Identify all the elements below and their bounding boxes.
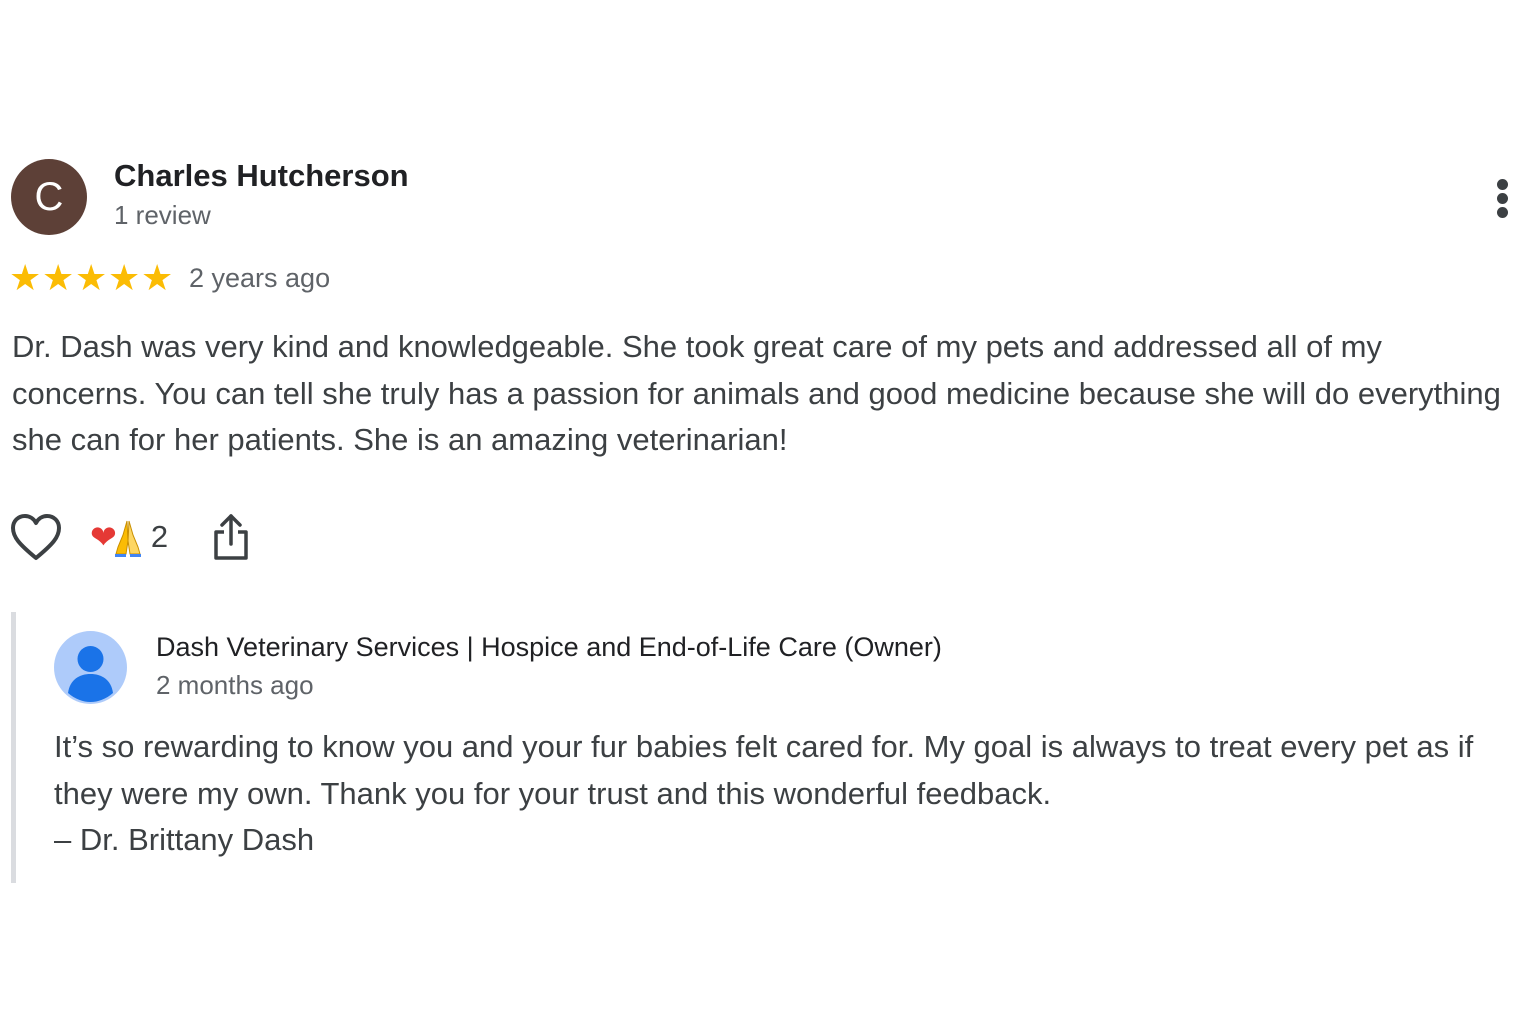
review-text: Dr. Dash was very kind and knowledgeable…	[12, 329, 1501, 457]
star-icon: ★	[9, 257, 42, 298]
folded-hands-emoji	[114, 520, 141, 557]
more-options-button[interactable]	[1488, 172, 1518, 222]
owner-avatar[interactable]	[54, 631, 127, 704]
review-card: C Charles Hutcherson 1 review ★ ★ ★ ★ ★ …	[0, 0, 1536, 1024]
reaction-count: 2	[150, 519, 169, 554]
reactions-summary[interactable]: ❤ 2	[90, 514, 168, 560]
star-icon: ★	[75, 257, 108, 298]
star-rating: ★ ★ ★ ★ ★	[9, 258, 173, 298]
review-time: 2 years ago	[189, 263, 331, 293]
star-icon: ★	[108, 257, 141, 298]
reviewer-name[interactable]: Charles Hutcherson	[114, 158, 409, 194]
owner-response-time: 2 months ago	[156, 670, 314, 700]
like-button[interactable]	[9, 512, 63, 564]
owner-response-text: It’s so rewarding to know you and your f…	[54, 724, 1524, 864]
star-icon: ★	[141, 257, 174, 298]
response-divider	[11, 612, 16, 883]
share-icon	[214, 514, 248, 560]
heart-outline-icon	[11, 514, 61, 560]
reviewer-review-count: 1 review	[114, 200, 211, 230]
more-vert-icon-dot	[1497, 193, 1508, 204]
reviewer-avatar[interactable]: C	[11, 159, 87, 235]
share-button[interactable]	[210, 512, 252, 562]
star-icon: ★	[42, 257, 75, 298]
owner-name[interactable]: Dash Veterinary Services | Hospice and E…	[156, 632, 942, 663]
more-vert-icon-dot	[1497, 207, 1508, 218]
default-person-avatar-icon	[54, 631, 127, 704]
owner-response-paragraph: It’s so rewarding to know you and your f…	[54, 729, 1474, 811]
more-vert-icon	[1497, 179, 1508, 190]
owner-response-signature: – Dr. Brittany Dash	[54, 822, 315, 857]
